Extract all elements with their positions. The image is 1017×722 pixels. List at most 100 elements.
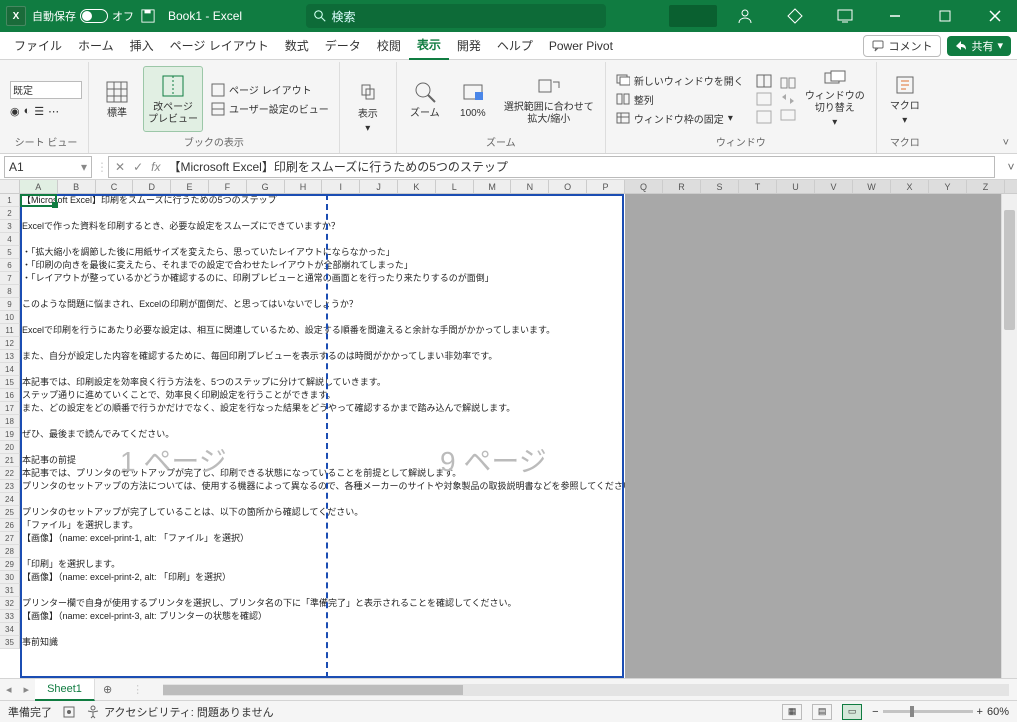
row-2[interactable]: 2 [0,207,625,220]
col-header-V[interactable]: V [815,180,853,193]
row-7[interactable]: 7・「レイアウトが整っているかどうか確認するのに、印刷プレビューと通常の画面とを… [0,272,625,285]
autosave-toggle[interactable]: 自動保存 オフ [32,8,134,24]
cell-A10[interactable] [20,311,625,324]
cell-A30[interactable]: 【画像】（name: excel-print-2, alt: 「印刷」を選択） [20,571,625,584]
new-window-button[interactable]: 新しいウィンドウを開く [612,72,748,89]
row-header-20[interactable]: 20 [0,441,20,454]
cell-A8[interactable] [20,285,625,298]
cell-A5[interactable]: ・「拡大縮小を調節した後に用紙サイズを変えたら、思っていたレイアウトにならなかっ… [20,246,625,259]
col-header-U[interactable]: U [777,180,815,193]
row-35[interactable]: 35事前知識 [0,636,625,649]
row-header-14[interactable]: 14 [0,363,20,376]
search-box[interactable]: 検索 [306,4,606,28]
col-header-P[interactable]: P [587,180,625,193]
row-header-23[interactable]: 23 [0,480,20,493]
row-13[interactable]: 13また、自分が設定した内容を確認するために、毎回印刷プレビューを表示するのは時… [0,350,625,363]
freeze-panes-button[interactable]: ウィンドウ枠の固定 ▾ [612,110,748,127]
cell-A9[interactable]: このような問題に悩まされ、Excelの印刷が面倒だ、と思ってはいないでしょうか？ [20,298,625,311]
expand-formula-bar[interactable]: ˅ [1005,160,1017,174]
menu-tab-挿入[interactable]: 挿入 [122,32,162,60]
row-header-2[interactable]: 2 [0,207,20,220]
minimize-button[interactable] [873,0,917,32]
cell-A16[interactable]: ステップ通りに進めていくことで、効率良く印刷設定を行うことができます。 [20,389,625,402]
row-31[interactable]: 31 [0,584,625,597]
row-23[interactable]: 23プリンタのセットアップの方法については、使用する機器によって異なるので、各種… [0,480,625,493]
row-header-17[interactable]: 17 [0,402,20,415]
zoom-100-button[interactable]: 100% [451,66,495,132]
share-button[interactable]: 共有 ▾ [947,36,1011,56]
arrange-button[interactable]: 整列 [612,91,748,108]
col-header-K[interactable]: K [398,180,436,193]
cell-A33[interactable]: 【画像】（name: excel-print-3, alt: プリンターの状態を… [20,610,625,623]
row-19[interactable]: 19ぜひ、最後まで読んでみてください。 [0,428,625,441]
cell-A23[interactable]: プリンタのセットアップの方法については、使用する機器によって異なるので、各種メー… [20,480,625,493]
col-header-W[interactable]: W [853,180,891,193]
sheetview-keep-icon[interactable]: ◐ [24,105,31,118]
cell-A4[interactable] [20,233,625,246]
col-header-Y[interactable]: Y [929,180,967,193]
sheet-tab-1[interactable]: Sheet1 [35,679,95,701]
page-layout-button[interactable]: ページ レイアウト [207,81,333,98]
reset-window-icon[interactable] [780,109,796,121]
maximize-button[interactable] [923,0,967,32]
row-24[interactable]: 24 [0,493,625,506]
row-16[interactable]: 16ステップ通りに進めていくことで、効率良く印刷設定を行うことができます。 [0,389,625,402]
col-header-H[interactable]: H [285,180,323,193]
col-header-C[interactable]: C [96,180,134,193]
cell-A17[interactable]: また、どの設定をどの順番で行うかだけでなく、設定を行なった結果をどうやって確認す… [20,402,625,415]
row-30[interactable]: 30【画像】（name: excel-print-2, alt: 「印刷」を選択… [0,571,625,584]
col-header-R[interactable]: R [663,180,701,193]
row-header-28[interactable]: 28 [0,545,20,558]
col-header-S[interactable]: S [701,180,739,193]
row-header-26[interactable]: 26 [0,519,20,532]
row-header-35[interactable]: 35 [0,636,20,649]
row-18[interactable]: 18 [0,415,625,428]
row-header-3[interactable]: 3 [0,220,20,233]
row-15[interactable]: 15本記事では、印刷設定を効率良く行う方法を、5つのステップに分けて解説していき… [0,376,625,389]
cell-A15[interactable]: 本記事では、印刷設定を効率良く行う方法を、5つのステップに分けて解説していきます… [20,376,625,389]
cell-A31[interactable] [20,584,625,597]
macro-button[interactable]: マクロ▾ [883,66,927,132]
row-9[interactable]: 9このような問題に悩まされ、Excelの印刷が面倒だ、と思ってはいないでしょうか… [0,298,625,311]
row-header-33[interactable]: 33 [0,610,20,623]
row-12[interactable]: 12 [0,337,625,350]
row-header-18[interactable]: 18 [0,415,20,428]
fx-icon[interactable]: fx [151,160,160,174]
cell-A11[interactable]: Excelで印刷を行うにあたり必要な設定は、相互に関連しているため、設定する順番… [20,324,625,337]
row-header-4[interactable]: 4 [0,233,20,246]
col-header-A[interactable]: A [20,180,58,193]
user-icon[interactable] [723,0,767,32]
row-22[interactable]: 22本記事では、プリンタのセットアップが完了し、印刷できる状態になっていることを… [0,467,625,480]
accessibility-status[interactable]: アクセシビリティ: 問題ありません [86,704,274,720]
page-break-preview-button[interactable]: 改ページ プレビュー [143,66,203,132]
row-header-19[interactable]: 19 [0,428,20,441]
zoom-slider[interactable] [883,710,973,713]
col-header-Q[interactable]: Q [625,180,663,193]
row-header-24[interactable]: 24 [0,493,20,506]
cell-A22[interactable]: 本記事では、プリンタのセットアップが完了し、印刷できる状態になっていることを前提… [20,467,625,480]
row-header-32[interactable]: 32 [0,597,20,610]
menu-tab-校閲[interactable]: 校閲 [369,32,409,60]
cell-A13[interactable]: また、自分が設定した内容を確認するために、毎回印刷プレビューを表示するのは時間が… [20,350,625,363]
sheetview-select[interactable]: 既定 [10,81,82,99]
cell-A20[interactable] [20,441,625,454]
view-side-by-side-icon[interactable] [780,77,796,89]
row-29[interactable]: 29「印刷」を選択します。 [0,558,625,571]
add-sheet-button[interactable]: ⊕ [95,683,120,696]
row-header-7[interactable]: 7 [0,272,20,285]
show-button[interactable]: 表示▾ [346,74,390,140]
col-header-N[interactable]: N [511,180,549,193]
row-header-8[interactable]: 8 [0,285,20,298]
row-header-31[interactable]: 31 [0,584,20,597]
hide-icon[interactable] [756,92,772,106]
menu-tab-ページ レイアウト[interactable]: ページ レイアウト [162,32,277,60]
unhide-icon[interactable] [756,110,772,124]
cell-A12[interactable] [20,337,625,350]
row-14[interactable]: 14 [0,363,625,376]
name-box[interactable]: A1▾ [4,156,92,178]
menu-tab-データ[interactable]: データ [317,32,369,60]
cell-A28[interactable] [20,545,625,558]
row-10[interactable]: 10 [0,311,625,324]
cell-A2[interactable] [20,207,625,220]
cell-A7[interactable]: ・「レイアウトが整っているかどうか確認するのに、印刷プレビューと通常の画面とを行… [20,272,625,285]
